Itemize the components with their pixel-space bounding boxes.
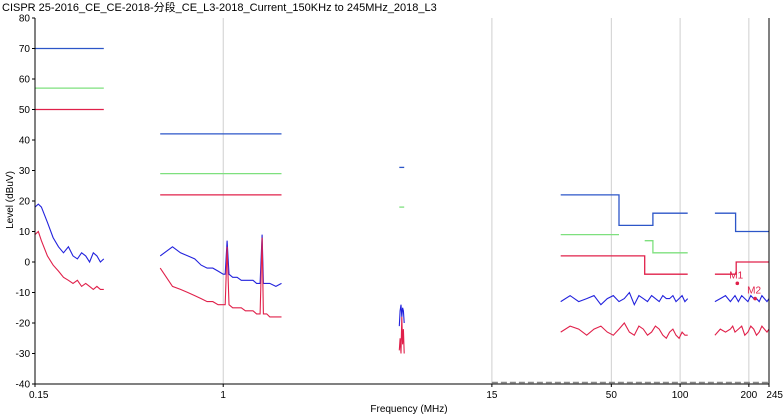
y-tick-label: 0 xyxy=(24,258,30,269)
trace-line xyxy=(34,203,105,264)
y-tick-label: -30 xyxy=(16,349,31,360)
y-tick-label: 40 xyxy=(19,136,31,147)
y-axis-label: Level (dBuV) xyxy=(5,171,16,229)
marker-point xyxy=(735,281,740,286)
y-tick-label: -10 xyxy=(16,288,31,299)
limit-line xyxy=(714,212,769,233)
x-tick-label: 50 xyxy=(606,390,618,401)
x-axis-label: Frequency (MHz) xyxy=(370,404,447,415)
y-tick-label: -40 xyxy=(16,380,31,391)
x-tick-label: 245 xyxy=(766,390,783,401)
chart-title: CISPR 25-2016_CE_CE-2018-分段_CE_L3-2018_C… xyxy=(2,0,437,14)
x-tick-label: 100 xyxy=(672,390,689,401)
y-tick-label: 30 xyxy=(19,166,31,177)
trace-line xyxy=(159,237,282,318)
y-tick-label: -20 xyxy=(16,319,31,330)
y-tick-label: 50 xyxy=(19,105,31,116)
y-tick-label: 80 xyxy=(19,14,31,25)
x-tick-label: 1 xyxy=(220,390,226,401)
marker-label: M1 xyxy=(729,270,743,281)
marker-point xyxy=(753,296,757,301)
x-tick-label: 200 xyxy=(741,390,758,401)
y-tick-label: 60 xyxy=(19,75,31,86)
chart: CISPR 25-2016_CE_CE-2018-分段_CE_L3-2018_C… xyxy=(2,0,783,415)
y-tick-label: 20 xyxy=(19,197,31,208)
measurement-traces xyxy=(34,203,770,384)
x-tick-label: 0.15 xyxy=(29,390,49,401)
marker-label: M2 xyxy=(747,286,761,297)
trace-line xyxy=(560,322,688,340)
y-tick-label: 10 xyxy=(19,227,31,238)
vertical-reference-lines xyxy=(222,18,750,384)
trace-line xyxy=(34,230,104,291)
trace-line xyxy=(714,324,770,337)
limit-line xyxy=(644,240,688,254)
x-tick-label: 15 xyxy=(486,390,498,401)
limit-line xyxy=(560,194,688,227)
trace-line xyxy=(560,291,689,307)
y-tick-label: 70 xyxy=(19,44,31,55)
limit-lines xyxy=(35,47,769,275)
limit-line xyxy=(560,255,688,275)
